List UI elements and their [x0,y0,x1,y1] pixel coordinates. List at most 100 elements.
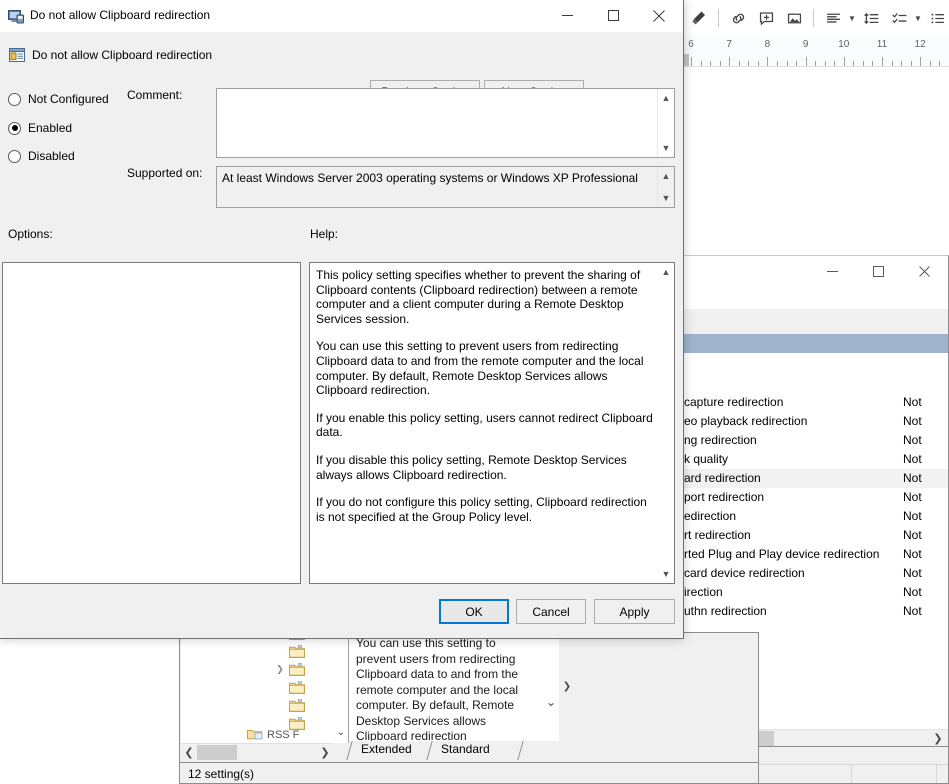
gpmc-tree-scroll-down-icon[interactable]: ⌄ [335,725,347,739]
tree-folder-icon[interactable] [289,699,305,712]
gpo-row-state: Not [903,566,922,580]
help-scrollbar[interactable]: ▲ ▼ [658,263,674,583]
radio-enabled[interactable]: Enabled [8,121,72,135]
cancel-button[interactable]: Cancel [516,599,586,624]
add-comment-icon[interactable] [752,4,780,32]
gpo-row-setting-name: port redirection [684,490,764,504]
radio-disabled-indicator[interactable] [8,150,21,163]
gpmc-tree-scroll-thumb[interactable] [335,633,347,713]
line-spacing-icon[interactable] [857,4,885,32]
gpo-list-row[interactable]: rted Plug and Play device redirectionNot [684,545,948,564]
gpmc-scroll-left-icon[interactable]: ❮ [181,744,197,761]
checklist-chevron-down-icon[interactable]: ▼ [913,4,923,32]
radio-disabled[interactable]: Disabled [8,149,75,163]
help-paragraph: If you do not configure this policy sett… [316,495,656,524]
dialog-close-button[interactable] [636,0,682,31]
setting-name: Do not allow Clipboard redirection [32,48,212,62]
ruler-number: 11 [877,39,887,50]
insert-link-icon[interactable] [724,4,752,32]
ruler-tick-minor [815,61,816,66]
radio-not-configured-indicator[interactable] [8,93,21,106]
supported-scroll-up-icon[interactable]: ▲ [658,168,674,184]
options-panel[interactable] [2,262,301,584]
bulleted-list-icon[interactable] [923,4,949,32]
gpo-row-setting-name: eo playback redirection [684,414,807,428]
gpo-menubar[interactable] [684,287,948,310]
help-paragraph: If you enable this policy setting, users… [316,411,656,440]
checklist-icon[interactable] [885,4,913,32]
gpo-list-column-headers[interactable] [684,334,948,354]
dialog-minimize-button[interactable] [544,0,590,31]
ruler-tick-minor [939,61,940,66]
comment-scrollbar[interactable]: ▲ ▼ [657,89,674,157]
gpo-maximize-button[interactable] [855,256,901,286]
gpo-list-row[interactable]: irection Not [684,583,948,602]
radio-enabled-indicator[interactable] [8,122,21,135]
policy-setting-icon [8,8,24,24]
help-scroll-down-icon[interactable]: ▼ [658,566,674,582]
gpo-list-row[interactable]: ng redirectionNot [684,431,948,450]
tree-folder-icon[interactable] [289,645,305,658]
dialog-maximize-button[interactable] [590,0,636,31]
comment-field[interactable]: ▲ ▼ [216,88,675,158]
gpmc-help-scroll-down-icon[interactable]: ⌄ [544,693,558,711]
gpo-list-row[interactable]: uthn redirectionNot [684,602,948,621]
policy-setting-dialog[interactable]: Do not allow Clipboard redirection Do no… [0,0,684,639]
ruler-tick-minor [758,61,759,66]
gpmc-scroll-right-icon[interactable]: ❯ [317,744,333,761]
comment-scroll-up-icon[interactable]: ▲ [658,90,674,106]
ruler-tick-major [691,57,692,66]
gpo-row-state: Not [903,585,922,599]
ruler-tick-minor [739,61,740,66]
gpo-list-row[interactable]: k qualityNot [684,450,948,469]
gpo-scroll-right-icon[interactable]: ❯ [930,730,946,747]
highlight-icon[interactable] [685,4,713,32]
gpo-toolbar[interactable] [684,309,948,335]
gpo-list-row[interactable]: edirectionNot [684,507,948,526]
gpo-list-row[interactable]: ard redirectionNot [684,469,948,488]
gpo-close-button[interactable] [901,256,947,286]
gpmc-view-tabs[interactable]: Extended Standard [349,741,579,761]
gpo-list-row[interactable]: eo playback redirection Not [684,412,948,431]
gpo-row-state: Not [903,414,922,428]
tree-policy-object-icon[interactable] [247,729,263,740]
gpo-row-setting-name: capture redirection [684,395,783,409]
ruler-tick-major [806,57,807,66]
gpo-minimize-button[interactable] [809,256,855,286]
radio-not-configured[interactable]: Not Configured [8,92,109,106]
tree-folder-icon[interactable] [289,681,305,694]
apply-button[interactable]: Apply [594,599,675,624]
help-panel[interactable]: This policy setting specifies whether to… [309,262,675,584]
tab-extended[interactable]: Extended [349,741,437,760]
supported-on-field: At least Windows Server 2003 operating s… [216,166,675,208]
supported-scroll-down-icon[interactable]: ▼ [658,190,674,206]
document-ruler[interactable]: 6789101112 [683,36,949,67]
gpmc-tree-horizontal-scrollbar[interactable]: ❮ ❯ [181,743,333,761]
gpmc-console-tree[interactable]: ❯RSS F ⌄ [181,633,349,743]
tree-expand-chevron-icon[interactable]: ❯ [275,664,285,674]
gpmc-tree-vertical-scrollbar[interactable]: ⌄ [334,633,348,743]
comment-scroll-down-icon[interactable]: ▼ [658,140,674,156]
tree-folder-icon[interactable] [289,663,305,676]
gpmc-window[interactable]: ❯RSS F ⌄ ❮ ❯ You can use this setting to… [179,632,759,784]
dialog-titlebar[interactable]: Do not allow Clipboard redirection [0,0,683,32]
gpmc-hscroll-thumb[interactable] [197,745,237,760]
ruler-tick-minor [892,61,893,66]
supported-on-scrollbar[interactable]: ▲ ▼ [657,167,674,207]
align-chevron-down-icon[interactable]: ▼ [847,4,857,32]
gpo-list-row[interactable]: port redirectionNot [684,488,948,507]
help-scroll-up-icon[interactable]: ▲ [658,264,674,280]
gpo-list-row[interactable]: card device redirectionNot [684,564,948,583]
gpo-list-row[interactable]: rt redirectionNot [684,526,948,545]
ruler-tick-minor [834,61,835,66]
ok-button[interactable]: OK [439,599,509,624]
gpo-row-setting-name: irection [684,585,723,599]
gpo-window-titlebar[interactable] [684,256,948,287]
insert-image-icon[interactable] [780,4,808,32]
gpo-row-state: Not [903,433,922,447]
gpmc-right-scroll-right-icon[interactable]: ❯ [561,679,573,693]
gpo-list-row[interactable]: capture redirectionNot [684,393,948,412]
align-icon[interactable] [819,4,847,32]
ruler-tick-major [882,57,883,66]
tab-standard[interactable]: Standard [429,741,521,760]
